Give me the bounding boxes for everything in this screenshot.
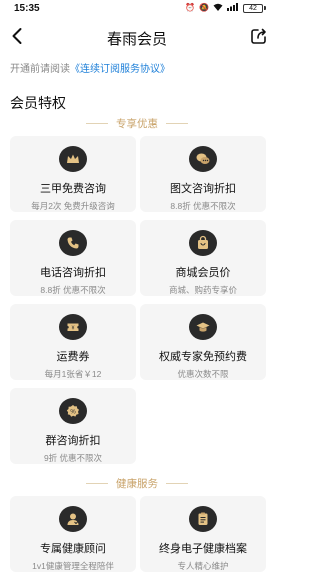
- benefit-title: 运费券: [56, 351, 90, 363]
- phone-icon: [59, 230, 87, 256]
- benefit-card-group-consult[interactable]: % 群咨询折扣 9折 优惠不限次: [10, 388, 136, 464]
- benefit-subtitle: 8.8折 优惠不限次: [170, 201, 236, 211]
- mute-icon: 🔕: [199, 3, 209, 12]
- divider-health-label: 健康服务: [116, 477, 158, 490]
- agreement-prefix: 开通前请阅读: [10, 64, 70, 75]
- graduation-cap-icon: [189, 314, 217, 340]
- chat-bubbles-icon: [189, 146, 217, 172]
- shopping-bag-icon: [189, 230, 217, 256]
- benefit-card-text-consult[interactable]: 图文咨询折扣 8.8折 优惠不限次: [140, 136, 266, 212]
- svg-text:%: %: [70, 410, 76, 416]
- page-title: 春雨会员: [106, 31, 167, 48]
- benefit-subtitle: 商城、购药专享价: [168, 285, 237, 295]
- service-subtitle: 专人精心维护: [177, 561, 229, 571]
- advisor-icon: [59, 506, 87, 532]
- benefit-title: 商城会员价: [175, 267, 231, 279]
- agreement-notice: 开通前请阅读《连续订阅服务协议》: [10, 60, 170, 75]
- divider-exclusive-label: 专享优惠: [116, 117, 158, 130]
- benefit-title: 群咨询折扣: [45, 435, 101, 447]
- benefit-card-shipping-coupon[interactable]: ¥ 运费券 每月1张省￥12: [10, 304, 136, 380]
- health-record-icon: [189, 506, 217, 532]
- benefit-subtitle: 9折 优惠不限次: [43, 453, 103, 463]
- benefit-title: 图文咨询折扣: [170, 183, 236, 195]
- alarm-icon: ⏰: [185, 3, 196, 12]
- battery-icon: 42: [243, 3, 266, 13]
- shipping-coupon-icon: ¥: [59, 314, 87, 340]
- benefit-card-mall-price[interactable]: 商城会员价 商城、购药专享价: [140, 220, 266, 296]
- service-title: 终身电子健康档案: [159, 543, 247, 555]
- crown-icon: [59, 146, 87, 172]
- service-subtitle: 1v1健康管理全程陪伴: [32, 561, 114, 571]
- benefit-title: 三甲免费咨询: [40, 183, 106, 195]
- discount-tag-icon: %: [59, 398, 87, 424]
- section-title: 会员特权: [10, 95, 66, 111]
- divider-exclusive: 专享优惠: [0, 116, 274, 130]
- benefit-card-phone-consult[interactable]: 电话咨询折扣 8.8折 优惠不限次: [10, 220, 136, 296]
- benefit-title: 电话咨询折扣: [40, 267, 106, 279]
- health-card-record[interactable]: 终身电子健康档案 专人精心维护: [140, 496, 266, 572]
- benefit-subtitle: 8.8折 优惠不限次: [40, 285, 106, 295]
- battery-level: 42: [243, 3, 263, 13]
- health-card-advisor[interactable]: 专属健康顾问 1v1健康管理全程陪伴: [10, 496, 136, 572]
- status-icons: ⏰ 🔕 42: [185, 3, 266, 13]
- status-bar: 15:35 ⏰ 🔕 42: [0, 0, 274, 16]
- benefit-subtitle: 每月1张省￥12: [44, 369, 102, 379]
- share-icon[interactable]: [250, 27, 268, 45]
- svg-text:¥: ¥: [72, 326, 75, 332]
- navigation-bar: 春雨会员: [0, 22, 274, 50]
- signal-icon: [227, 3, 239, 13]
- service-title: 专属健康顾问: [40, 543, 106, 555]
- subscription-agreement-link[interactable]: 《连续订阅服务协议》: [70, 64, 170, 75]
- wifi-icon: [213, 3, 223, 13]
- benefit-card-expert-no-fee[interactable]: 权威专家免预约费 优惠次数不限: [140, 304, 266, 380]
- benefit-card-free-consult[interactable]: 三甲免费咨询 每月2次 免费升级咨询: [10, 136, 136, 212]
- benefit-title: 权威专家免预约费: [159, 351, 247, 363]
- benefit-subtitle: 优惠次数不限: [177, 369, 229, 379]
- benefit-subtitle: 每月2次 免费升级咨询: [31, 201, 115, 211]
- divider-health: 健康服务: [0, 476, 274, 490]
- status-time: 15:35: [14, 2, 40, 14]
